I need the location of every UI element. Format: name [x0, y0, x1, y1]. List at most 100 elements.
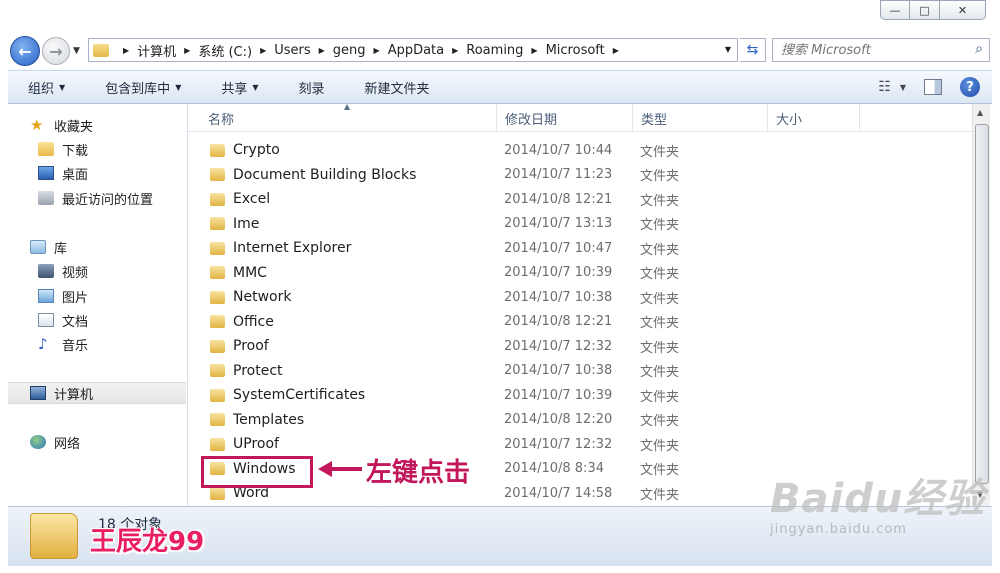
breadcrumb-users[interactable]: Users — [274, 43, 310, 58]
table-row[interactable]: Templates 2014/10/8 12:20 文件夹 — [188, 408, 972, 432]
chevron-right-icon[interactable]: ▶ — [452, 46, 458, 55]
toolbar-right: ☷ ▼ ? — [878, 77, 980, 97]
breadcrumb-drive-c[interactable]: 系统 (C:) — [198, 41, 252, 60]
file-name-cell[interactable]: Internet Explorer — [210, 240, 351, 256]
close-button[interactable]: ✕ — [940, 0, 986, 20]
file-name: Document Building Blocks — [233, 166, 417, 183]
table-row[interactable]: Protect 2014/10/7 10:38 文件夹 — [188, 359, 972, 383]
maximize-button[interactable]: □ — [910, 0, 940, 20]
file-name-cell[interactable]: Templates — [210, 412, 304, 428]
folder-icon — [210, 168, 225, 181]
breadcrumb: ▶ 计算机 ▶ 系统 (C:) ▶ Users ▶ geng ▶ AppData… — [115, 41, 627, 60]
file-name-cell[interactable]: Document Building Blocks — [210, 167, 416, 183]
table-row[interactable]: Office 2014/10/8 12:21 文件夹 — [188, 310, 972, 334]
minimize-button[interactable]: — — [880, 0, 910, 20]
address-bar[interactable]: ▶ 计算机 ▶ 系统 (C:) ▶ Users ▶ geng ▶ AppData… — [88, 38, 738, 62]
new-folder-button[interactable]: 新建文件夹 — [345, 78, 450, 97]
sidebar-item-computer[interactable]: 计算机 — [8, 382, 186, 404]
chevron-right-icon[interactable]: ▶ — [531, 46, 537, 55]
file-name-cell[interactable]: Proof — [210, 338, 269, 354]
search-icon[interactable]: ⌕ — [975, 41, 983, 57]
file-name-cell[interactable]: Ime — [210, 216, 259, 232]
table-row[interactable]: Proof 2014/10/7 12:32 文件夹 — [188, 334, 972, 358]
sidebar-item-label: 下载 — [62, 143, 89, 159]
chevron-down-icon[interactable]: ▼ — [725, 45, 731, 54]
navigation-pane: ★ 收藏夹 下载 桌面 最近访问的位置 库 视频 图片 文档 ♪ 音乐 计算机 网络 — [8, 104, 188, 506]
table-row[interactable]: Network 2014/10/7 10:38 文件夹 — [188, 285, 972, 309]
refresh-icon: ⇆ — [746, 42, 759, 58]
arrow-left-icon — [318, 461, 362, 477]
chevron-right-icon[interactable]: ▶ — [613, 46, 619, 55]
breadcrumb-appdata[interactable]: AppData — [388, 43, 444, 58]
breadcrumb-microsoft[interactable]: Microsoft — [546, 43, 605, 58]
file-date: 2014/10/7 10:38 — [504, 289, 613, 305]
preview-pane-icon[interactable] — [924, 79, 942, 95]
breadcrumb-geng[interactable]: geng — [333, 43, 366, 58]
sidebar-item-libraries[interactable]: 库 — [8, 236, 186, 258]
table-row[interactable]: SystemCertificates 2014/10/7 10:39 文件夹 — [188, 383, 972, 407]
file-date: 2014/10/7 14:58 — [504, 485, 613, 501]
folder-icon — [210, 266, 225, 279]
chevron-right-icon[interactable]: ▶ — [319, 46, 325, 55]
file-type: 文件夹 — [640, 193, 680, 209]
include-in-library-button[interactable]: 包含到库中 ▼ — [85, 78, 201, 97]
scrollbar-thumb[interactable] — [975, 124, 989, 484]
organize-button[interactable]: 组织 ▼ — [8, 78, 85, 97]
sidebar-item-label: 网络 — [54, 436, 81, 452]
sidebar-item-recent-places[interactable]: 最近访问的位置 — [8, 187, 186, 209]
table-row[interactable]: Ime 2014/10/7 13:13 文件夹 — [188, 212, 972, 236]
file-name-cell[interactable]: Excel — [210, 191, 270, 207]
sidebar-item-desktop[interactable]: 桌面 — [8, 162, 186, 184]
sidebar-item-videos[interactable]: 视频 — [8, 260, 186, 282]
file-name-cell[interactable]: SystemCertificates — [210, 387, 365, 403]
sidebar-item-music[interactable]: ♪ 音乐 — [8, 333, 186, 355]
sidebar-item-pictures[interactable]: 图片 — [8, 285, 186, 307]
change-view-button[interactable]: ☷ ▼ — [878, 79, 906, 95]
vertical-scrollbar[interactable]: ▲ ▼ — [972, 104, 990, 506]
table-row[interactable]: Internet Explorer 2014/10/7 10:47 文件夹 — [188, 236, 972, 260]
chevron-right-icon[interactable]: ▶ — [184, 46, 190, 55]
column-header-size[interactable]: 大小 — [768, 104, 860, 132]
file-name-cell[interactable]: MMC — [210, 265, 267, 281]
burn-button[interactable]: 刻录 — [279, 78, 345, 97]
scroll-up-icon[interactable]: ▲ — [977, 108, 983, 117]
column-header-name[interactable]: 名称 — [200, 104, 497, 132]
column-header-date[interactable]: 修改日期 — [497, 104, 633, 132]
recent-pages-dropdown[interactable]: ▼ — [73, 46, 80, 56]
sidebar-item-label: 图片 — [62, 290, 89, 306]
star-icon: ★ — [30, 116, 44, 134]
sidebar-item-documents[interactable]: 文档 — [8, 309, 186, 331]
search-input[interactable] — [781, 42, 961, 58]
share-button[interactable]: 共享 ▼ — [201, 78, 278, 97]
chevron-right-icon[interactable]: ▶ — [374, 46, 380, 55]
file-name-cell[interactable]: Office — [210, 314, 274, 330]
folder-icon — [210, 339, 225, 353]
column-headers: ▲ 名称 修改日期 类型 大小 — [188, 102, 972, 132]
chevron-down-icon: ▼ — [252, 82, 259, 92]
file-name-cell[interactable]: Protect — [210, 363, 283, 379]
chevron-down-icon: ▼ — [59, 82, 66, 92]
file-name-cell[interactable]: Network — [210, 289, 291, 305]
sidebar-item-label: 库 — [54, 241, 68, 257]
table-row[interactable]: MMC 2014/10/7 10:39 文件夹 — [188, 261, 972, 285]
help-icon[interactable]: ? — [960, 77, 980, 97]
breadcrumb-roaming[interactable]: Roaming — [466, 43, 523, 58]
refresh-button[interactable]: ⇆ — [740, 38, 766, 62]
column-header-type[interactable]: 类型 — [633, 104, 768, 132]
chevron-right-icon[interactable]: ▶ — [260, 46, 266, 55]
breadcrumb-computer[interactable]: 计算机 — [137, 41, 176, 60]
file-name-cell[interactable]: UProof — [210, 436, 279, 452]
folder-icon — [210, 437, 225, 451]
table-row[interactable]: UProof 2014/10/7 12:32 文件夹 — [188, 432, 972, 456]
table-row[interactable]: Crypto 2014/10/7 10:44 文件夹 — [188, 138, 972, 162]
chevron-right-icon[interactable]: ▶ — [123, 46, 129, 55]
forward-button[interactable]: → — [42, 37, 70, 65]
table-row[interactable]: Excel 2014/10/8 12:21 文件夹 — [188, 187, 972, 211]
table-row[interactable]: Document Building Blocks 2014/10/7 11:23 文… — [188, 163, 972, 187]
back-button[interactable]: ← — [10, 36, 40, 66]
documents-library-icon — [38, 313, 54, 327]
sidebar-item-downloads[interactable]: 下载 — [8, 138, 186, 160]
file-name-cell[interactable]: Crypto — [210, 142, 280, 158]
sidebar-item-network[interactable]: 网络 — [8, 431, 186, 453]
sidebar-item-favorites[interactable]: ★ 收藏夹 — [8, 114, 186, 136]
